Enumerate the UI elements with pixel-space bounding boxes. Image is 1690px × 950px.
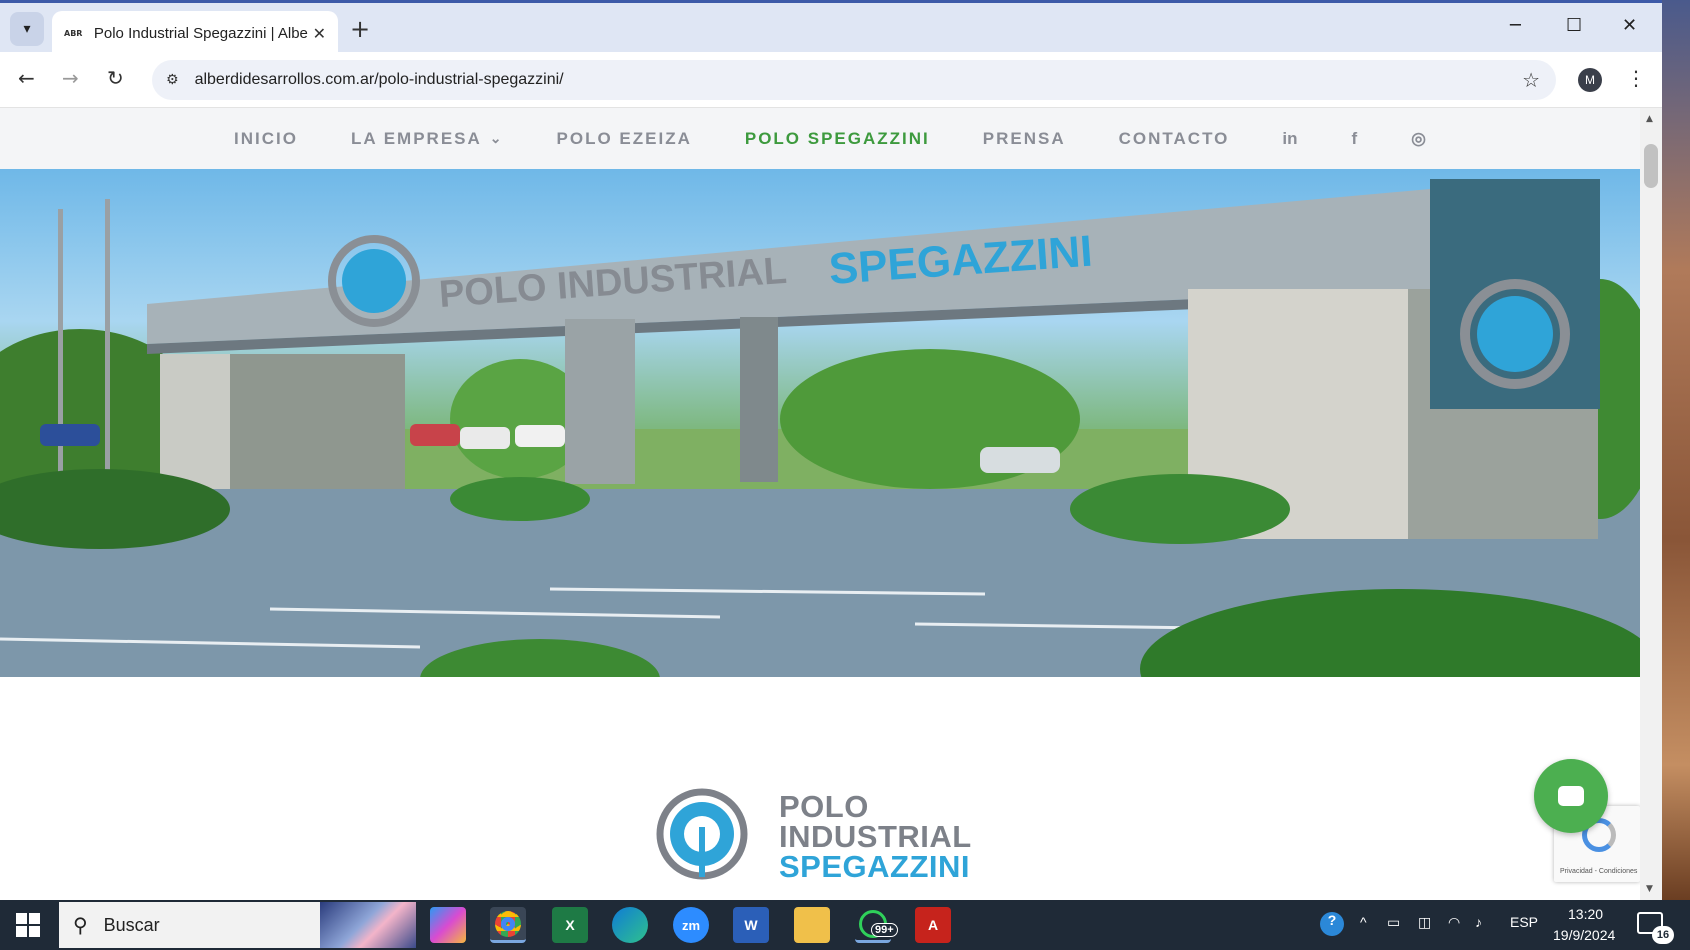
browser-window: ▾ ABR Polo Industrial Spegazzini | Albe … bbox=[0, 0, 1662, 900]
new-tab-button[interactable]: + bbox=[350, 15, 370, 43]
nav-item-la-empresa-label: LA EMPRESA bbox=[350, 128, 482, 148]
chat-button[interactable] bbox=[1534, 759, 1608, 833]
forward-icon[interactable]: → bbox=[62, 66, 79, 90]
address-bar[interactable]: ⚙ alberdidesarrollos.com.ar/polo-industr… bbox=[152, 60, 1556, 100]
parked-car bbox=[410, 424, 460, 446]
nav-item-polo-ezeiza[interactable]: POLO EZEIZA bbox=[557, 129, 692, 149]
wifi-icon[interactable]: ◠ bbox=[1448, 914, 1460, 931]
parked-car bbox=[515, 425, 565, 447]
tab-title: Polo Industrial Spegazzini | Albe bbox=[93, 24, 308, 42]
help-icon[interactable]: ? bbox=[1320, 912, 1344, 936]
language-indicator[interactable]: ESP bbox=[1510, 914, 1538, 930]
hero-illustration: POLO INDUSTRIAL SPEGAZZINI bbox=[0, 179, 1640, 677]
whatsapp-icon[interactable]: 99+ bbox=[855, 907, 898, 943]
chevron-down-icon: ▾ bbox=[23, 21, 31, 37]
chrome-icon[interactable] bbox=[490, 907, 526, 943]
nav-item-la-empresa[interactable]: LA EMPRESA ⌄ bbox=[351, 129, 504, 149]
clock-date[interactable]: 19/9/2024 bbox=[1553, 927, 1615, 943]
battery-icon[interactable]: ▭ bbox=[1387, 914, 1400, 931]
site-navigation: INICIO LA EMPRESA ⌄ POLO EZEIZA POLO SPEG… bbox=[0, 108, 1640, 169]
close-window-icon[interactable]: ✕ bbox=[1622, 15, 1637, 36]
search-highlight-art bbox=[320, 902, 416, 948]
word-icon[interactable]: W bbox=[733, 907, 769, 943]
center-pillar bbox=[740, 317, 778, 482]
tab-strip: ▾ ABR Polo Industrial Spegazzini | Albe … bbox=[0, 0, 1662, 55]
logo-text-spegazzini: SPEGAZZINI bbox=[779, 849, 971, 884]
parked-car bbox=[40, 424, 100, 446]
zoom-icon[interactable]: zm bbox=[673, 907, 709, 943]
reload-icon[interactable]: ↻ bbox=[107, 66, 124, 90]
logo-tower bbox=[1430, 179, 1600, 409]
logo-text-industrial: INDUSTRIAL bbox=[779, 819, 972, 854]
copilot-icon[interactable] bbox=[430, 907, 466, 943]
close-tab-icon[interactable]: ✕ bbox=[313, 24, 326, 43]
excel-icon[interactable]: X bbox=[552, 907, 588, 943]
chevron-down-icon: ⌄ bbox=[489, 130, 504, 146]
scroll-down-arrow-icon[interactable]: ▼ bbox=[1646, 884, 1653, 894]
tab-search-button[interactable]: ▾ bbox=[10, 12, 44, 46]
scroll-thumb[interactable] bbox=[1644, 144, 1658, 188]
windows-start-button[interactable] bbox=[16, 913, 40, 937]
page-viewport: INICIO LA EMPRESA ⌄ POLO EZEIZA POLO SPEG… bbox=[0, 108, 1640, 900]
profile-avatar[interactable]: M bbox=[1578, 68, 1602, 92]
file-explorer-icon[interactable] bbox=[794, 907, 830, 943]
url-text[interactable]: alberdidesarrollos.com.ar/polo-industria… bbox=[195, 71, 564, 89]
taskbar-search-box[interactable]: ⚲ Buscar bbox=[59, 902, 416, 948]
volume-icon[interactable]: ♪ bbox=[1475, 914, 1482, 930]
clock-time[interactable]: 13:20 bbox=[1568, 906, 1603, 922]
hero-image: POLO INDUSTRIAL SPEGAZZINI bbox=[0, 169, 1640, 677]
tower-logo-icon bbox=[1477, 296, 1553, 372]
sign-logo-icon bbox=[342, 249, 406, 313]
parked-car bbox=[460, 427, 510, 449]
instagram-icon[interactable]: ◎ bbox=[1411, 129, 1426, 149]
notification-count-badge: 16 bbox=[1652, 926, 1674, 944]
nav-item-inicio[interactable]: INICIO bbox=[234, 129, 298, 149]
facebook-icon[interactable]: f bbox=[1352, 129, 1358, 149]
parked-car bbox=[980, 447, 1060, 473]
planter-shrubs bbox=[450, 477, 590, 521]
site-favicon-icon: ABR bbox=[64, 28, 83, 38]
whatsapp-badge: 99+ bbox=[871, 923, 898, 937]
nav-item-contacto[interactable]: CONTACTO bbox=[1119, 129, 1230, 149]
recaptcha-terms[interactable]: Privacidad - Condiciones bbox=[1560, 868, 1637, 875]
meet-now-icon[interactable]: ◫ bbox=[1418, 914, 1431, 931]
chat-bubble-icon bbox=[1558, 786, 1584, 806]
nav-item-polo-spegazzini[interactable]: POLO SPEGAZZINI bbox=[745, 129, 930, 149]
search-icon: ⚲ bbox=[73, 913, 88, 937]
content-section: POLO INDUSTRIAL SPEGAZZINI bbox=[0, 677, 1640, 900]
search-placeholder: Buscar bbox=[103, 914, 160, 935]
logo-text-polo: POLO bbox=[779, 789, 869, 824]
center-pillar bbox=[565, 319, 635, 484]
back-icon[interactable]: ← bbox=[18, 66, 35, 90]
stone-pillar-left-shadow bbox=[230, 354, 405, 489]
polo-spegazzini-logo: POLO INDUSTRIAL SPEGAZZINI bbox=[655, 787, 995, 887]
street-lamp bbox=[58, 209, 63, 489]
chevron-up-icon[interactable]: ^ bbox=[1360, 914, 1367, 930]
more-menu-icon[interactable]: ⋮ bbox=[1626, 66, 1646, 90]
minimize-icon[interactable]: ─ bbox=[1510, 15, 1521, 36]
nav-item-prensa[interactable]: PRENSA bbox=[983, 129, 1066, 149]
browser-tab[interactable]: ABR Polo Industrial Spegazzini | Albe ✕ bbox=[52, 11, 338, 55]
linkedin-icon[interactable]: in bbox=[1282, 129, 1297, 149]
gear-tree-logo-icon bbox=[656, 788, 748, 880]
site-info-icon[interactable]: ⚙ bbox=[166, 72, 179, 88]
scroll-up-arrow-icon[interactable]: ▲ bbox=[1646, 114, 1653, 124]
browser-toolbar: ← → ↻ ⚙ alberdidesarrollos.com.ar/polo-i… bbox=[0, 52, 1662, 108]
windows-taskbar: ⚲ Buscar X zm W 99+ A ? ^ ▭ ◫ ◠ ♪ ESP 13… bbox=[0, 900, 1690, 950]
acrobat-icon[interactable]: A bbox=[915, 907, 951, 943]
bookmark-star-icon[interactable]: ☆ bbox=[1522, 68, 1540, 92]
page-scrollbar[interactable]: ▲ ▼ bbox=[1640, 108, 1662, 900]
street-lamp bbox=[105, 199, 110, 499]
planter-shrubs bbox=[1070, 474, 1290, 544]
maximize-icon[interactable]: ☐ bbox=[1566, 15, 1582, 36]
edge-icon[interactable] bbox=[612, 907, 648, 943]
